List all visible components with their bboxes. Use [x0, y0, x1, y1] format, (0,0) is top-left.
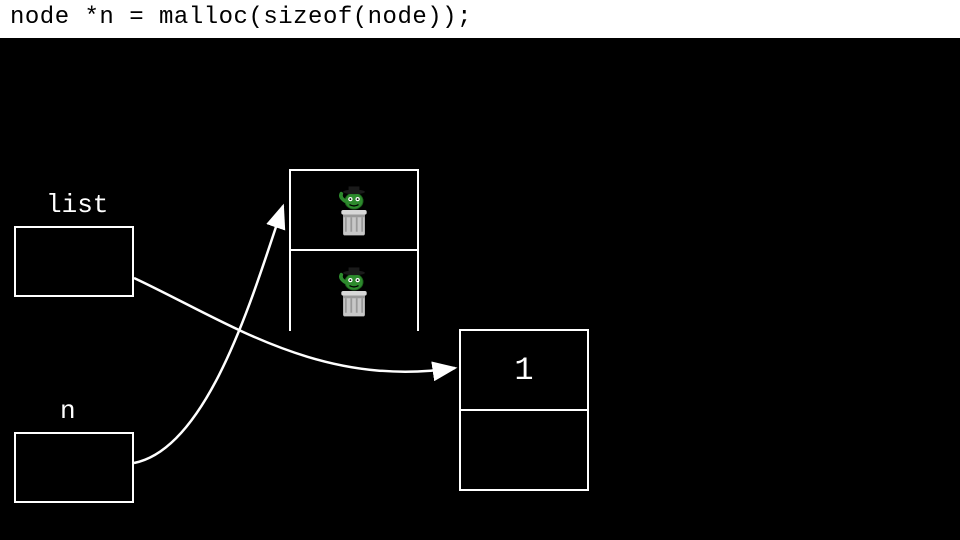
value-node-box: 1: [459, 329, 589, 491]
n-pointer-box: [14, 432, 134, 503]
garbage-node-next-cell: [291, 251, 417, 331]
garbage-value-icon: [291, 251, 417, 331]
garbage-value-icon: [291, 171, 417, 249]
node-value: 1: [514, 352, 533, 389]
list-pointer-box: [14, 226, 134, 297]
list-label: list: [46, 190, 108, 220]
garbage-node-box: [289, 169, 419, 331]
diagram-canvas: list n: [0, 38, 960, 540]
value-node-value-cell: 1: [461, 331, 587, 411]
code-line: node *n = malloc(sizeof(node));: [0, 0, 960, 38]
value-node-next-cell: [461, 411, 587, 491]
arrow-n-to-garbage: [134, 206, 283, 463]
n-label: n: [60, 396, 76, 426]
garbage-node-value-cell: [291, 171, 417, 251]
